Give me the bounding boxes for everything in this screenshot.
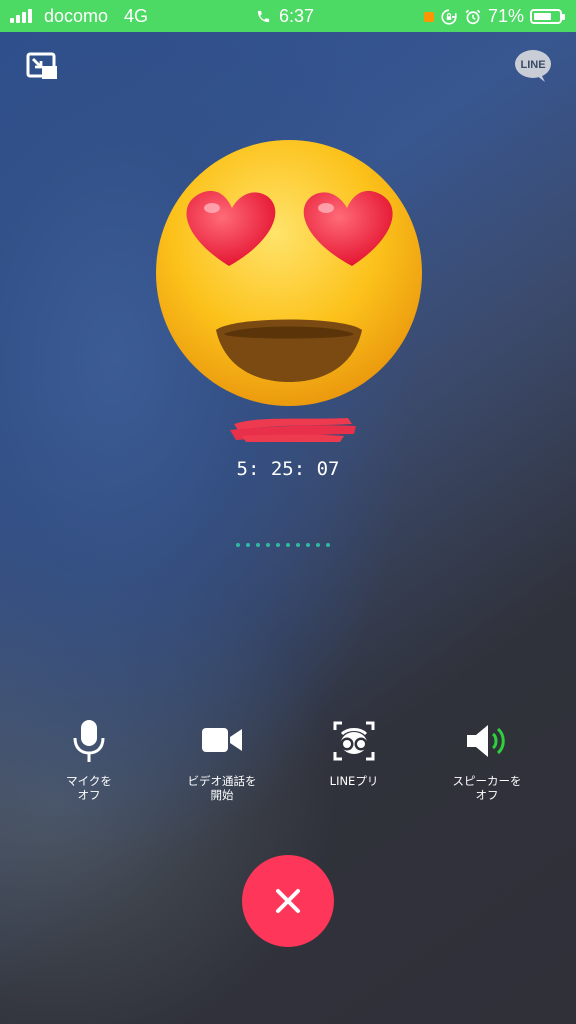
signal-strength-icon (10, 9, 32, 23)
mic-off-label: マイクを オフ (66, 774, 112, 802)
rotation-lock-icon (441, 8, 457, 25)
mic-off-button[interactable]: マイクを オフ (29, 718, 149, 802)
line-logo-text: LINE (520, 59, 545, 71)
status-dot (266, 543, 270, 547)
speaker-off-button[interactable]: スピーカーを オフ (427, 718, 547, 802)
line-puri-label: LINEプリ (329, 774, 379, 788)
recording-indicator-icon (423, 11, 434, 22)
battery-level (534, 13, 551, 20)
microphone-icon (73, 720, 105, 762)
status-dot (316, 543, 320, 547)
network-type: 4G (124, 6, 149, 26)
status-dot (326, 543, 330, 547)
status-right-icons: 71% (423, 6, 565, 27)
speaker-icon (467, 725, 505, 757)
video-camera-icon (202, 728, 242, 752)
end-call-button[interactable] (242, 855, 334, 947)
heart-eyes-emoji-icon (156, 140, 422, 406)
battery-percent: 71% (487, 6, 524, 26)
line-puri-button[interactable]: LINEプリ (294, 718, 414, 788)
minimize-button[interactable] (26, 52, 60, 82)
carrier-name: docomo (44, 6, 109, 26)
connection-status-dots (236, 543, 330, 547)
call-duration: 5: 25: 07 (236, 458, 340, 480)
status-dot (286, 543, 290, 547)
caller-name-redacted (228, 412, 358, 444)
phone-icon (257, 10, 270, 23)
minimize-window-icon (26, 52, 57, 79)
battery-icon (530, 9, 565, 24)
status-dot (236, 543, 240, 547)
status-time-area: 6:37 (256, 6, 314, 27)
status-dot (276, 543, 280, 547)
speaker-off-label: スピーカーを オフ (452, 774, 522, 802)
status-bar: docomo 4G 6:37 71% (0, 0, 576, 32)
status-dot (246, 543, 250, 547)
start-video-button[interactable]: ビデオ通話を 開始 (162, 718, 282, 802)
status-dot (296, 543, 300, 547)
close-icon (276, 889, 300, 913)
status-dot (306, 543, 310, 547)
status-time: 6:37 (279, 6, 315, 26)
status-dot (256, 543, 260, 547)
face-filter-icon (333, 721, 375, 761)
alarm-icon (465, 9, 481, 24)
start-video-label: ビデオ通話を 開始 (187, 774, 257, 802)
caller-avatar (154, 138, 424, 408)
line-logo: LINE (514, 48, 552, 84)
